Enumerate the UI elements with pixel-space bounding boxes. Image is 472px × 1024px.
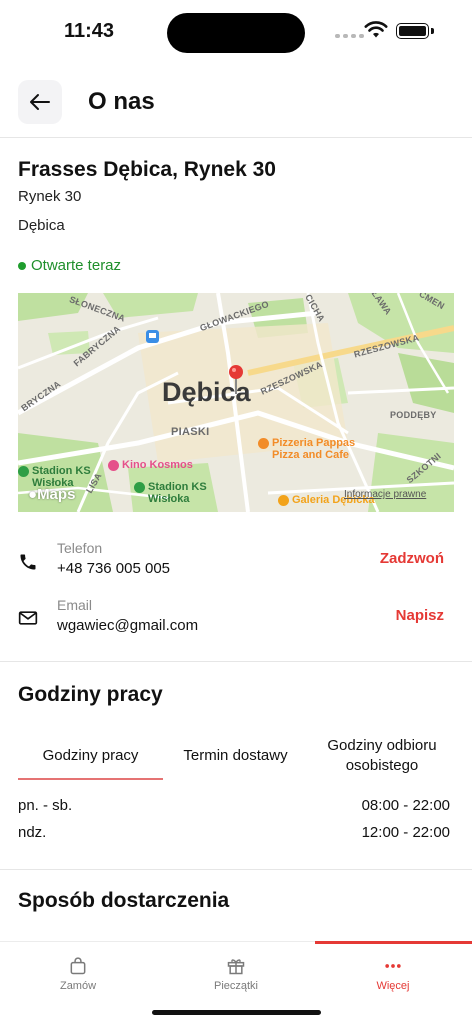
hours-days: pn. - sb. — [18, 797, 73, 814]
phone-icon — [20, 554, 36, 570]
open-status-dot — [18, 261, 26, 270]
divider — [0, 661, 472, 662]
address-city: Dębica — [18, 217, 65, 234]
hours-section-title: Godziny pracy — [18, 683, 163, 706]
open-status: Otwarte teraz — [18, 257, 121, 274]
hours-row: pn. - sb. 08:00 - 22:00 — [18, 797, 450, 814]
delivery-section-title: Sposób dostarczenia — [18, 889, 230, 912]
restaurant-icon — [258, 438, 269, 449]
email-value: wgawiec@gmail.com — [57, 617, 199, 634]
stadium-icon — [134, 482, 145, 493]
hours-row: ndz. 12:00 - 22:00 — [18, 824, 450, 841]
poi-label: Stadion KS — [148, 481, 207, 493]
nav-label: Pieczątki — [213, 980, 259, 992]
email-label: Email — [57, 597, 93, 613]
page-title: O nas — [88, 88, 155, 115]
divider — [0, 869, 472, 870]
contact-phone-row: Telefon +48 736 005 005 Zadzwoń — [0, 540, 472, 588]
nav-label: Więcej — [376, 980, 410, 992]
tab-pickup-hours[interactable]: Godziny odbioru osobistego — [310, 732, 454, 780]
wifi-icon — [364, 21, 388, 38]
poi-label: Pizza and Cafe — [272, 449, 350, 461]
map-poi-kino[interactable]: Kino Kosmos — [108, 459, 193, 471]
nav-label: Zamów — [59, 980, 97, 992]
dynamic-island — [167, 13, 305, 53]
address-street: Rynek 30 — [18, 188, 82, 205]
apple-maps-logo: ●Maps — [28, 486, 76, 503]
cellular-signal-icon — [335, 34, 364, 38]
nav-item-more[interactable]: Więcej — [343, 956, 443, 992]
arrow-left-icon — [30, 94, 50, 110]
map-district-label: PIASKI — [171, 426, 210, 438]
hours-time: 08:00 - 22:00 — [361, 797, 450, 814]
poi-label: Stadion KS — [32, 465, 91, 477]
contact-email-row: Email wgawiec@gmail.com Napisz — [0, 597, 472, 645]
restaurant-name: Frasses Dębica, Rynek 30 — [18, 158, 276, 181]
gift-icon — [227, 959, 245, 975]
tab-working-hours[interactable]: Godziny pracy — [18, 732, 163, 780]
battery-cap — [431, 28, 434, 34]
dots-icon — [385, 964, 401, 968]
poi-label: Pizzeria Pappas — [272, 437, 356, 449]
shopping-icon — [278, 495, 289, 506]
cinema-icon — [108, 460, 119, 471]
tab-delivery-time[interactable]: Termin dostawy — [163, 732, 308, 780]
stadium-icon — [18, 466, 29, 477]
hours-time: 12:00 - 22:00 — [361, 824, 450, 841]
map-legal-link[interactable]: Informacje prawne — [344, 489, 426, 500]
status-bar: 11:43 — [0, 0, 472, 62]
active-nav-indicator — [315, 941, 472, 944]
nav-item-stamps[interactable]: Pieczątki — [186, 956, 286, 992]
email-icon — [18, 611, 38, 625]
nav-item-order[interactable]: Zamów — [28, 956, 128, 992]
poi-label: Wisłoka — [148, 493, 190, 505]
battery-icon — [396, 23, 429, 39]
hours-days: ndz. — [18, 824, 47, 841]
status-time: 11:43 — [64, 20, 115, 42]
open-status-text: Otwarte teraz — [31, 257, 122, 274]
phone-value: +48 736 005 005 — [57, 560, 171, 577]
active-tab-indicator — [18, 778, 163, 780]
call-button[interactable]: Zadzwoń — [380, 550, 444, 567]
map-poi-pizzeria[interactable]: Pizzeria Pappas Pizza and Cafe — [258, 437, 355, 461]
map-poi-stadion[interactable]: Stadion KS Wisłoka — [134, 481, 207, 505]
phone-label: Telefon — [57, 540, 103, 556]
hours-tabs: Godziny pracy Termin dostawy Godziny odb… — [18, 732, 454, 780]
poi-label: Kino Kosmos — [122, 459, 193, 471]
back-button[interactable] — [18, 80, 62, 124]
write-button[interactable]: Napisz — [396, 607, 444, 624]
home-indicator — [152, 1010, 321, 1015]
map[interactable]: SŁONECZNA FABRYCZNA BRYCZNA GŁOWACKIEGO … — [18, 293, 454, 512]
header: O nas — [0, 80, 472, 138]
map-street-label: PODDĘBY — [390, 410, 437, 420]
map-pin-icon — [229, 365, 243, 394]
bag-icon — [70, 957, 86, 975]
